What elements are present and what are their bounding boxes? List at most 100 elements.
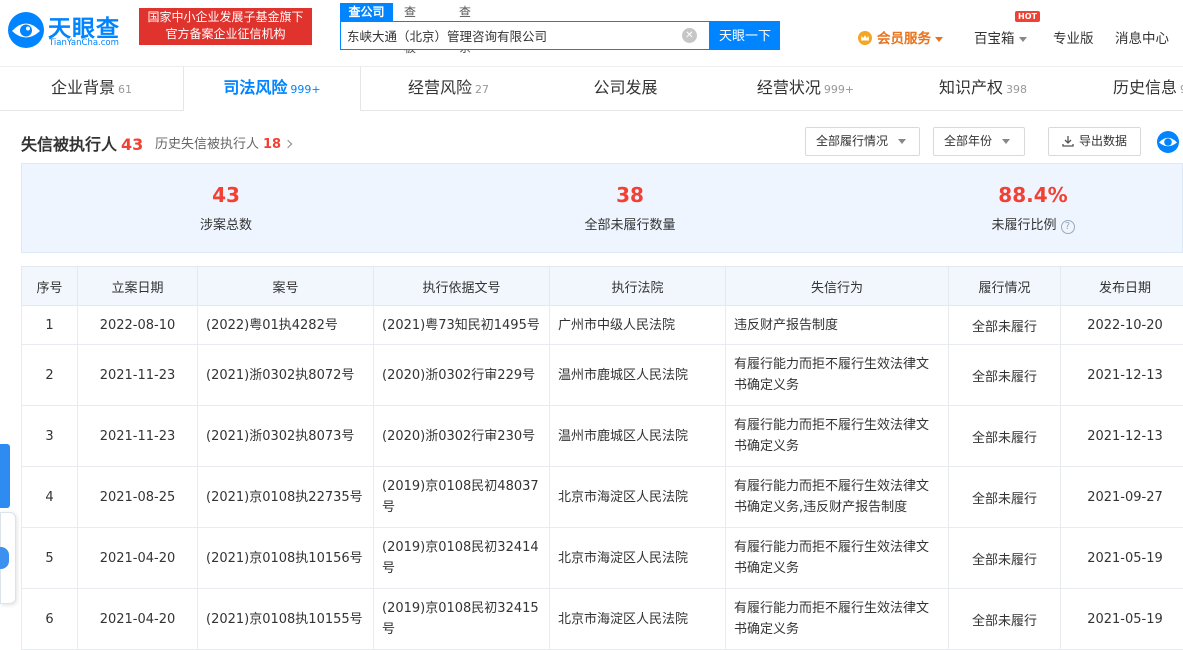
- tab-label: 经营风险: [407, 78, 472, 97]
- cell-performance: 全部未履行: [948, 527, 1061, 589]
- cell-case-number[interactable]: (2022)粤01执4282号: [197, 305, 374, 345]
- search-box: ✕: [340, 21, 710, 50]
- cell-behavior: 有履行能力而拒不履行生效法律文书确定义务: [725, 344, 949, 406]
- status-filter-label: 全部履行情况: [816, 134, 889, 148]
- tab-label: 知识产权: [938, 78, 1003, 97]
- chevron-down-icon: [1002, 139, 1011, 144]
- tianyan-eye-icon[interactable]: [1155, 129, 1183, 155]
- table-row[interactable]: 4 2021-08-25 (2021)京0108执22735号 (2019)京0…: [21, 466, 1183, 528]
- chevron-down-icon: [1018, 36, 1027, 42]
- table-row[interactable]: 2 2021-11-23 (2021)浙0302执8072号 (2020)浙03…: [21, 344, 1183, 406]
- message-center-link[interactable]: 消息中心: [1115, 27, 1169, 47]
- tab-count: 27: [475, 83, 489, 96]
- treasure-box-label: 百宝箱: [974, 31, 1015, 47]
- tab-label: 经营状况: [756, 78, 821, 97]
- cell-court: 北京市海淀区人民法院: [549, 466, 726, 528]
- section-title: 失信被执行人 43: [21, 131, 143, 155]
- cell-case-number[interactable]: (2021)京0108执22735号: [197, 466, 374, 528]
- col-header-performance: 履行情况: [948, 266, 1061, 306]
- page: 天眼查 TianYanCha.com 国家中小企业发展子基金旗下 官方备案企业征…: [0, 0, 1183, 650]
- history-label: 历史失信被执行人: [155, 137, 260, 152]
- tab-count: 398: [1006, 83, 1027, 96]
- cell-performance: 全部未履行: [948, 344, 1061, 406]
- cell-court: 温州市鹿城区人民法院: [549, 405, 726, 467]
- cell-basis-number: (2020)浙0302行审229号: [373, 344, 550, 406]
- export-label: 导出数据: [1078, 134, 1127, 148]
- logo-subtext: TianYanCha.com: [49, 38, 119, 48]
- cell-filing-date: 2021-11-23: [77, 344, 198, 406]
- tab-label: 司法风险: [223, 78, 288, 97]
- cell-court: 北京市海淀区人民法院: [549, 588, 726, 650]
- export-data-button[interactable]: 导出数据: [1048, 127, 1141, 156]
- cell-performance: 全部未履行: [948, 305, 1061, 345]
- vip-service-menu[interactable]: 会员服务: [858, 27, 943, 47]
- cell-index: 2: [21, 344, 78, 406]
- download-icon: [1062, 136, 1074, 147]
- cell-performance: 全部未履行: [948, 405, 1061, 467]
- badge-line-1: 国家中小企业发展子基金旗下: [147, 10, 304, 24]
- crown-icon: [858, 31, 872, 45]
- history-count: 18: [263, 137, 282, 152]
- search-button[interactable]: 天眼一下: [710, 21, 780, 50]
- col-header-behavior: 失信行为: [725, 266, 949, 306]
- tab-judicial-risk[interactable]: 司法风险 999+: [183, 67, 361, 111]
- cell-basis-number: (2020)浙0302行审230号: [373, 405, 550, 467]
- tab-company-development[interactable]: 公司发展: [536, 67, 718, 111]
- summary-stats: 43 涉案总数 38 全部未履行数量 88.4% 未履行比例?: [21, 163, 1183, 253]
- search-input[interactable]: [347, 22, 677, 49]
- tab-label: 历史信息: [1113, 78, 1178, 97]
- cell-case-number[interactable]: (2021)浙0302执8072号: [197, 344, 374, 406]
- tab-operation-status[interactable]: 经营状况 999+: [718, 67, 893, 111]
- tab-count: 999+: [823, 83, 855, 96]
- year-filter-label: 全部年份: [944, 134, 993, 148]
- cell-basis-number: (2021)粤73知民初1495号: [373, 305, 550, 345]
- history-dishonest-link[interactable]: 历史失信被执行人 18: [155, 133, 293, 152]
- pro-version-link[interactable]: 专业版: [1053, 27, 1094, 47]
- cell-publish-date: 2021-12-13: [1060, 344, 1183, 406]
- tab-history-info[interactable]: 历史信息9: [1073, 67, 1183, 111]
- treasure-box-menu[interactable]: 百宝箱: [974, 27, 1027, 47]
- cell-case-number[interactable]: (2021)浙0302执8073号: [197, 405, 374, 467]
- stat-label: 涉案总数: [199, 218, 252, 233]
- table-row[interactable]: 1 2022-08-10 (2022)粤01执4282号 (2021)粤73知民…: [21, 305, 1183, 345]
- cell-filing-date: 2021-04-20: [77, 588, 198, 650]
- cell-index: 1: [21, 305, 78, 345]
- cell-filing-date: 2021-08-25: [77, 466, 198, 528]
- table-row[interactable]: 6 2021-04-20 (2021)京0108执10155号 (2019)京0…: [21, 588, 1183, 650]
- table-row[interactable]: 5 2021-04-20 (2021)京0108执10156号 (2019)京0…: [21, 527, 1183, 589]
- search-tab-company[interactable]: 查公司: [340, 3, 393, 21]
- stat-label-text: 未履行比例: [991, 218, 1057, 233]
- stat-value: 38: [616, 183, 644, 207]
- table-row[interactable]: 3 2021-11-23 (2021)浙0302执8073号 (2020)浙03…: [21, 405, 1183, 467]
- tab-label: 企业背景: [50, 78, 115, 97]
- feedback-float-tab[interactable]: [0, 444, 10, 508]
- cell-case-number[interactable]: (2021)京0108执10155号: [197, 588, 374, 650]
- cell-case-number[interactable]: (2021)京0108执10156号: [197, 527, 374, 589]
- help-icon[interactable]: ?: [1060, 220, 1075, 234]
- tab-enterprise-background[interactable]: 企业背景 61: [0, 67, 183, 111]
- logo[interactable]: 天眼查 TianYanCha.com: [6, 6, 132, 50]
- cell-filing-date: 2022-08-10: [77, 305, 198, 345]
- tab-intellectual-property[interactable]: 知识产权 398: [893, 67, 1073, 111]
- search-tab-boss[interactable]: 查老板: [396, 3, 424, 55]
- search-tab-relation[interactable]: 查关系: [451, 3, 479, 55]
- cell-basis-number: (2019)京0108民初32414号: [373, 527, 550, 589]
- chevron-right-icon: [283, 139, 293, 149]
- service-float-panel[interactable]: [0, 512, 16, 604]
- col-header-court: 执行法院: [549, 266, 726, 306]
- dishonest-table: 序号 立案日期 案号 执行依据文号 执行法院 失信行为 履行情况 发布日期 1 …: [21, 266, 1183, 650]
- cell-index: 4: [21, 466, 78, 528]
- col-header-basis-number: 执行依据文号: [373, 266, 550, 306]
- cell-publish-date: 2021-05-19: [1060, 588, 1183, 650]
- chevron-down-icon: [935, 36, 943, 42]
- stat-label: 未履行比例?: [933, 214, 1133, 234]
- cell-publish-date: 2021-12-13: [1060, 405, 1183, 467]
- status-filter-dropdown[interactable]: 全部履行情况: [805, 127, 920, 156]
- content-panel: 失信被执行人 43 历史失信被执行人 18 全部履行情况 全部年份 导出数据 43 …: [0, 111, 1183, 650]
- cell-index: 6: [21, 588, 78, 650]
- clear-icon[interactable]: ✕: [682, 28, 697, 43]
- tab-operation-risk[interactable]: 经营风险 27: [361, 67, 536, 111]
- cell-behavior: 违反财产报告制度: [725, 305, 949, 345]
- year-filter-dropdown[interactable]: 全部年份: [933, 127, 1025, 156]
- cell-filing-date: 2021-11-23: [77, 405, 198, 467]
